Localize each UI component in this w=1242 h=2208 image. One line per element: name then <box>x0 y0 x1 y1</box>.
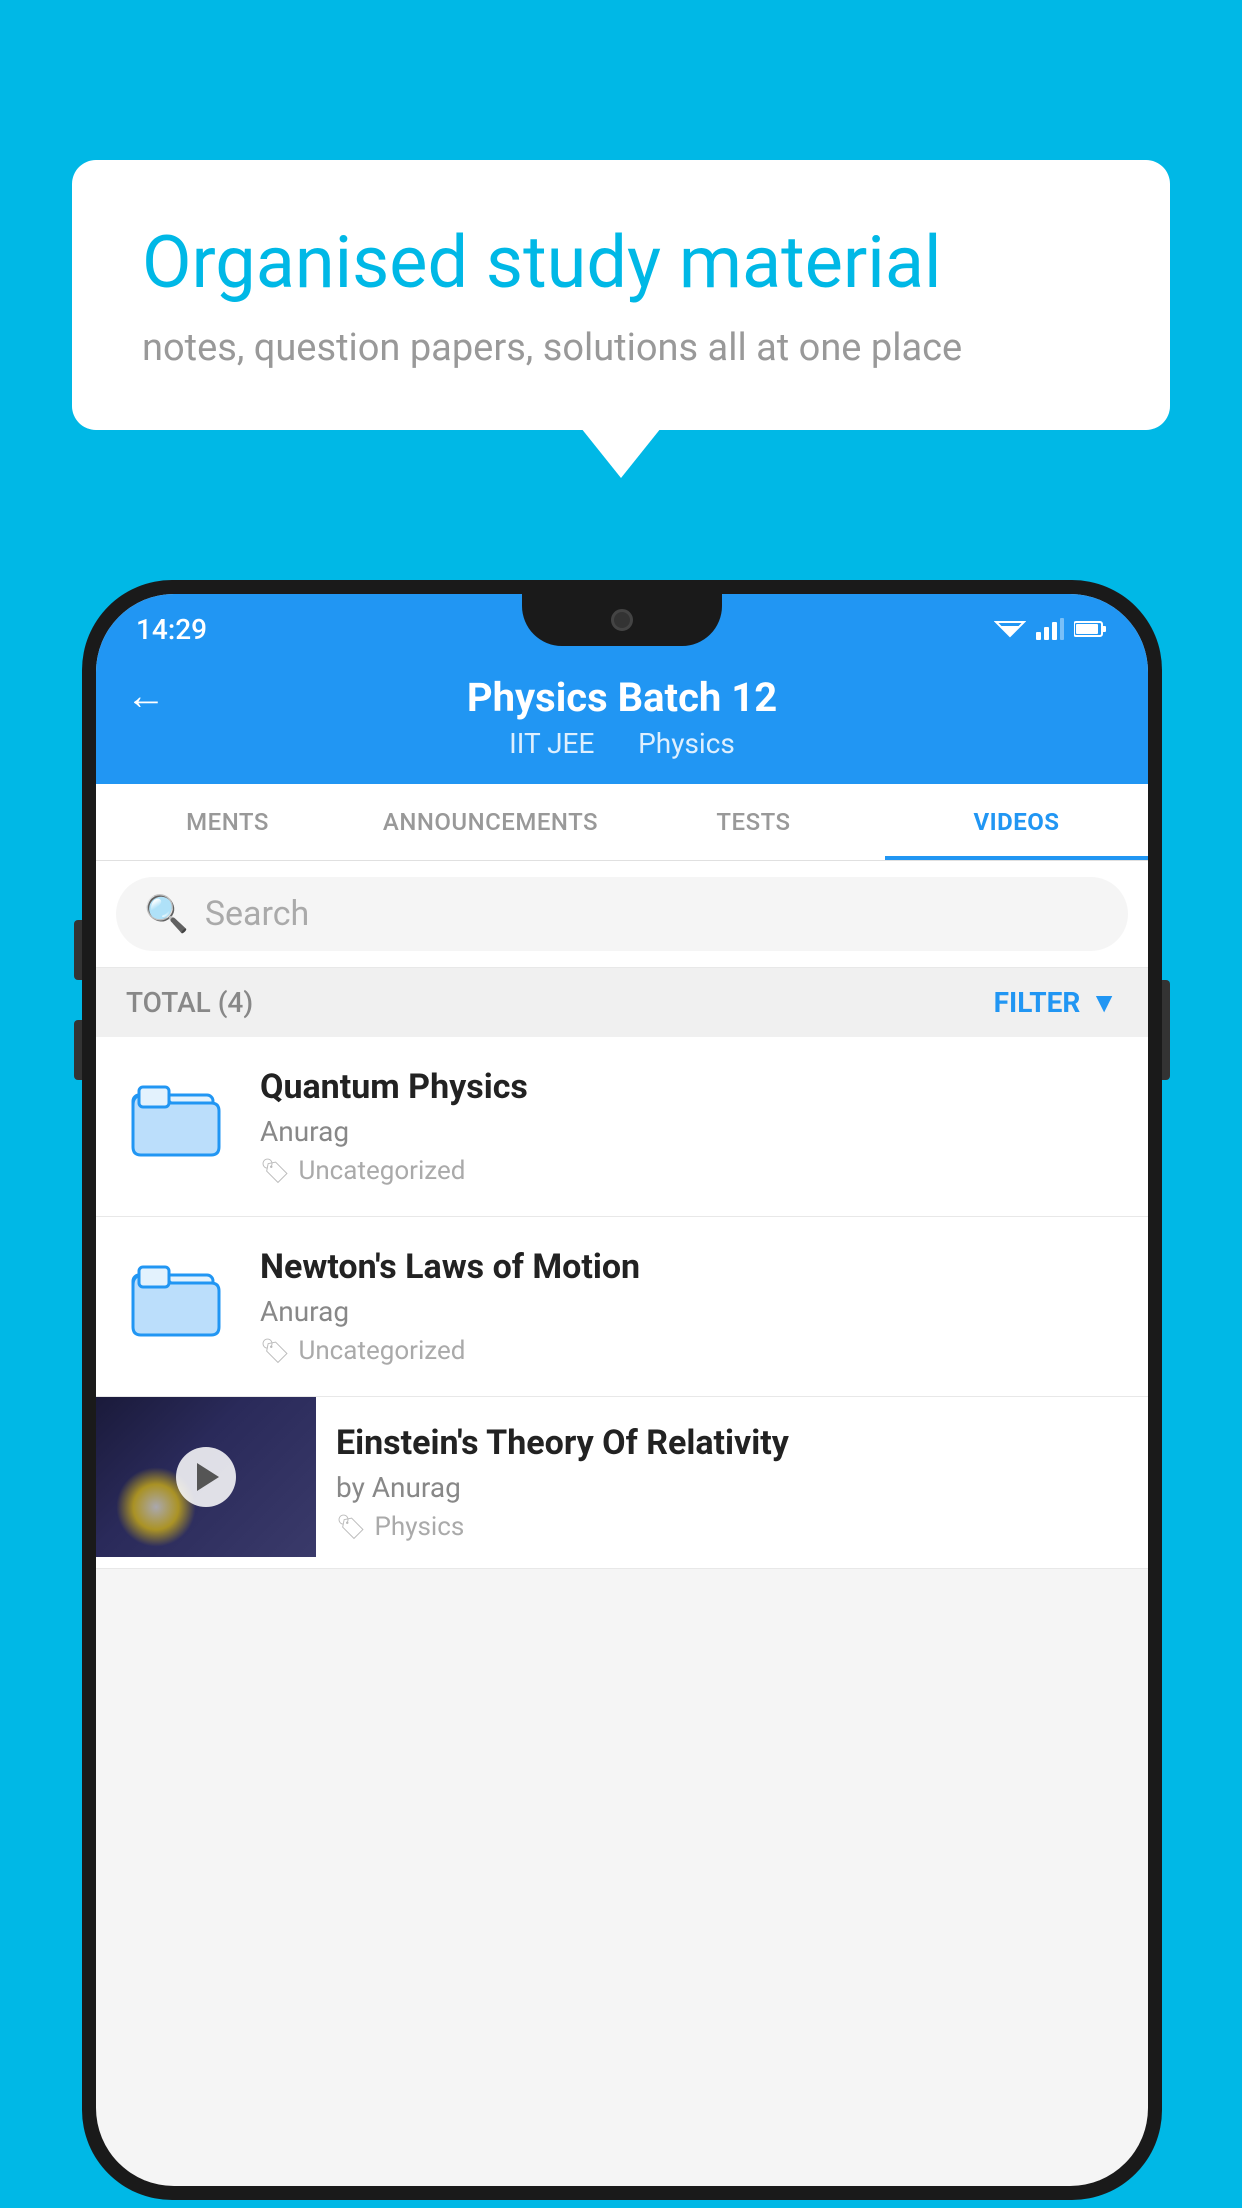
video-list: Quantum Physics Anurag 🏷 Uncategorized <box>96 1037 1148 1569</box>
video-author: Anurag <box>260 1295 1128 1328</box>
speech-bubble: Organised study material notes, question… <box>72 160 1170 430</box>
app-header: ← Physics Batch 12 IIT JEE Physics <box>96 654 1148 784</box>
list-item[interactable]: Newton's Laws of Motion Anurag 🏷 Uncateg… <box>96 1217 1148 1397</box>
volume-down-button <box>74 1020 82 1080</box>
video-title: Newton's Laws of Motion <box>260 1247 1128 1287</box>
video-tag: 🏷 Uncategorized <box>260 1156 1128 1186</box>
phone-container: 14:29 <box>82 580 1162 2200</box>
video-tag: 🏷 Uncategorized <box>260 1336 1128 1366</box>
folder-icon <box>116 1067 236 1167</box>
tab-ments[interactable]: MENTS <box>96 784 359 860</box>
list-item[interactable]: Quantum Physics Anurag 🏷 Uncategorized <box>96 1037 1148 1217</box>
filter-button[interactable]: FILTER ▼ <box>994 986 1118 1019</box>
search-icon: 🔍 <box>144 893 189 935</box>
bubble-title: Organised study material <box>142 220 1100 306</box>
folder-icon <box>116 1247 236 1347</box>
tag-label: Uncategorized <box>298 1156 465 1186</box>
power-button <box>1162 980 1170 1080</box>
tag-icon: 🏷 <box>260 1337 290 1365</box>
tab-announcements[interactable]: ANNOUNCEMENTS <box>359 784 622 860</box>
phone-notch <box>522 594 722 646</box>
video-author: by Anurag <box>336 1471 1128 1504</box>
tabs-bar: MENTS ANNOUNCEMENTS TESTS VIDEOS <box>96 784 1148 861</box>
filter-funnel-icon: ▼ <box>1090 986 1118 1019</box>
bubble-subtitle: notes, question papers, solutions all at… <box>142 326 1100 370</box>
search-bar-container: 🔍 Search <box>96 861 1148 968</box>
tag-label: Uncategorized <box>298 1336 465 1366</box>
battery-icon <box>1074 620 1108 638</box>
video-title: Einstein's Theory Of Relativity <box>336 1423 1128 1463</box>
video-author: Anurag <box>260 1115 1128 1148</box>
play-triangle-icon <box>197 1463 219 1491</box>
total-count: TOTAL (4) <box>126 986 253 1019</box>
video-title: Quantum Physics <box>260 1067 1128 1107</box>
status-icons <box>994 618 1108 640</box>
search-placeholder: Search <box>205 894 309 934</box>
tab-tests[interactable]: TESTS <box>622 784 885 860</box>
signal-icon <box>1036 618 1064 640</box>
tab-videos[interactable]: VIDEOS <box>885 784 1148 860</box>
speech-bubble-container: Organised study material notes, question… <box>72 160 1170 430</box>
phone-outer: 14:29 <box>82 580 1162 2200</box>
video-info: Einstein's Theory Of Relativity by Anura… <box>316 1397 1148 1568</box>
list-item[interactable]: Einstein's Theory Of Relativity by Anura… <box>96 1397 1148 1569</box>
header-title: Physics Batch 12 <box>467 674 777 721</box>
play-button[interactable] <box>176 1447 236 1507</box>
tag-icon: 🏷 <box>336 1513 366 1541</box>
header-subject: Physics <box>638 727 735 760</box>
back-arrow-button[interactable]: ← <box>126 672 166 719</box>
wifi-icon <box>994 618 1026 640</box>
filter-bar: TOTAL (4) FILTER ▼ <box>96 968 1148 1037</box>
status-time: 14:29 <box>136 613 207 646</box>
video-info: Quantum Physics Anurag 🏷 Uncategorized <box>260 1067 1128 1186</box>
video-thumbnail <box>96 1397 316 1557</box>
header-course: IIT JEE <box>509 727 594 760</box>
filter-label: FILTER <box>994 986 1081 1019</box>
video-tag: 🏷 Physics <box>336 1512 1128 1542</box>
search-bar[interactable]: 🔍 Search <box>116 877 1128 951</box>
tag-label: Physics <box>374 1512 464 1542</box>
front-camera <box>611 609 633 631</box>
header-subtitle: IIT JEE Physics <box>501 727 743 760</box>
phone-screen: 14:29 <box>96 594 1148 2186</box>
video-info: Newton's Laws of Motion Anurag 🏷 Uncateg… <box>260 1247 1128 1366</box>
volume-up-button <box>74 920 82 980</box>
tag-icon: 🏷 <box>260 1157 290 1185</box>
